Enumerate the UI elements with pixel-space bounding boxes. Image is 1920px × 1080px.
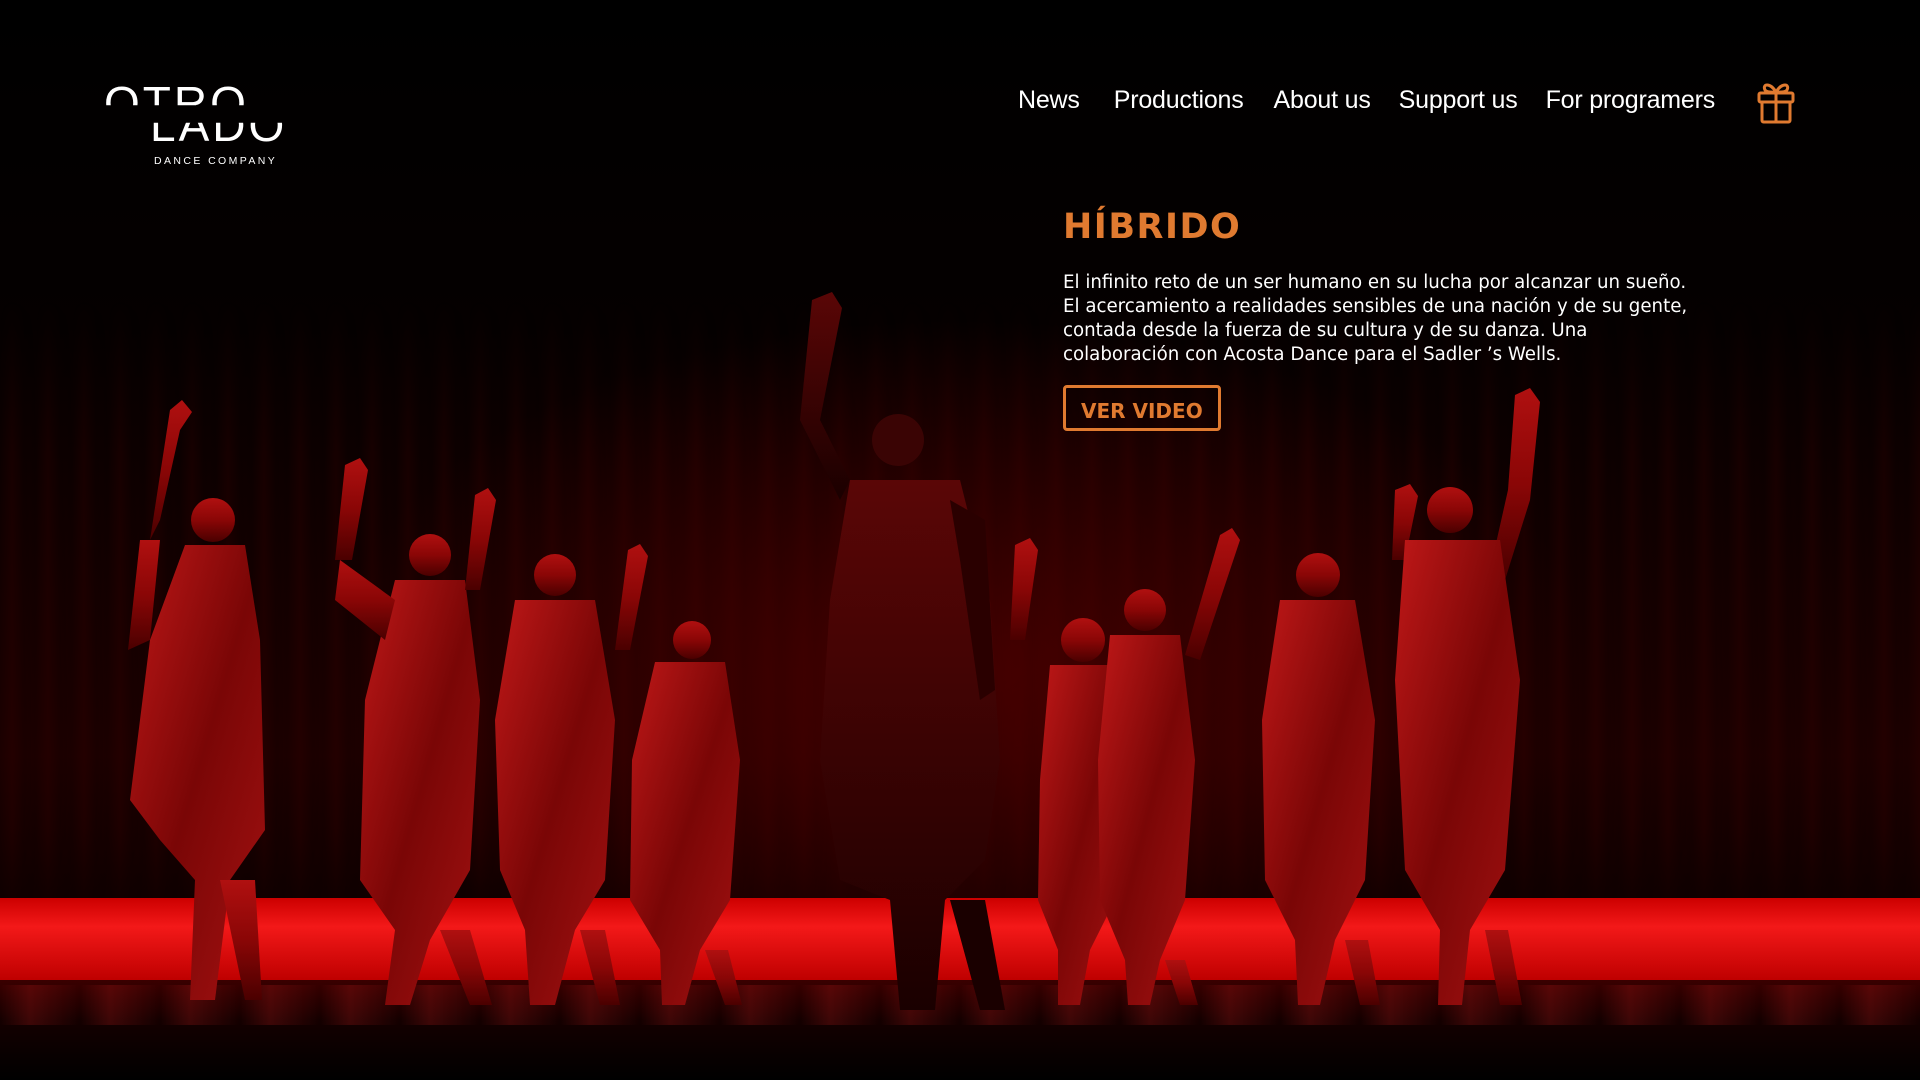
dancer-4 bbox=[615, 544, 742, 1005]
gift-icon[interactable] bbox=[1756, 78, 1796, 124]
dancer-3 bbox=[465, 488, 620, 1005]
dancer-9 bbox=[1392, 388, 1540, 1005]
nav-item-news[interactable]: News bbox=[1018, 86, 1080, 115]
gift-icon-svg bbox=[1757, 83, 1795, 124]
dancer-2 bbox=[335, 458, 492, 1005]
nav-item-for-programers[interactable]: For programers bbox=[1546, 86, 1716, 115]
logo-word-otro: OTRO bbox=[104, 77, 249, 129]
dancer-1 bbox=[128, 400, 265, 1000]
dancer-lead bbox=[800, 292, 1005, 1010]
nav-item-productions[interactable]: Productions bbox=[1114, 86, 1244, 115]
logo-subtitle: DANCE COMPANY bbox=[154, 155, 278, 167]
dancer-8 bbox=[1262, 553, 1380, 1005]
company-logo[interactable]: OTRO LADO DANCE COMPANY bbox=[104, 80, 304, 170]
nav-item-support-us[interactable]: Support us bbox=[1399, 86, 1518, 115]
main-nav: News Productions About us Support us For… bbox=[1018, 80, 1743, 120]
logo-word-lado: LADO bbox=[150, 99, 288, 151]
nav-item-about-us[interactable]: About us bbox=[1274, 86, 1371, 115]
watch-video-button[interactable]: VER VIDEO bbox=[1063, 385, 1221, 431]
dancer-7 bbox=[1098, 528, 1240, 1005]
hero-description: El infinito reto de un ser humano en su … bbox=[1063, 272, 1688, 365]
page: OTRO LADO DANCE COMPANY News Productions… bbox=[0, 0, 1920, 1080]
hero-section: HÍBRIDO El infinito reto de un ser human… bbox=[1063, 203, 1703, 431]
hero-title: HÍBRIDO bbox=[1063, 207, 1242, 247]
